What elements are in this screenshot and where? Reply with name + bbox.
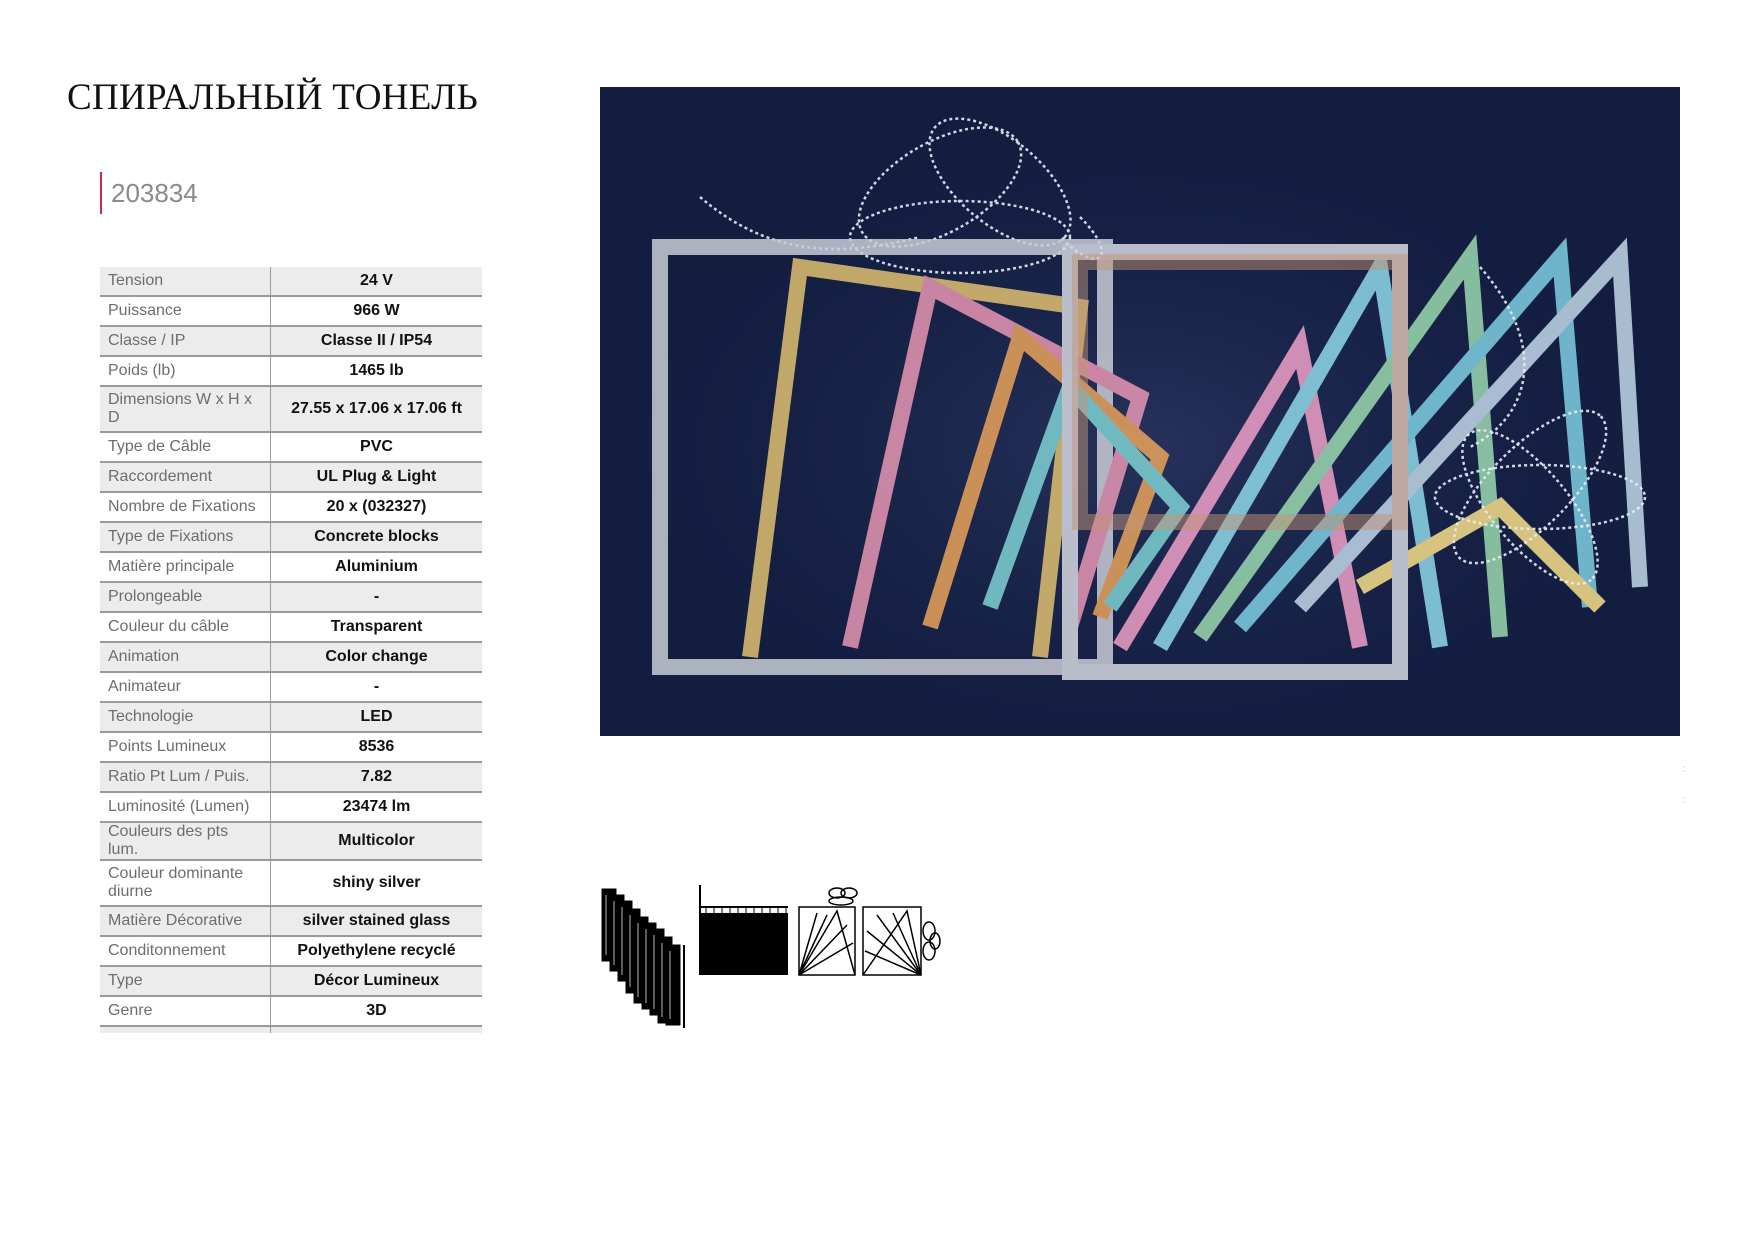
spec-label: Couleur dominante diurne	[100, 860, 271, 907]
spec-row: Ratio Pt Lum / Puis. 7.82	[100, 762, 482, 793]
spec-label: Animateur	[100, 672, 271, 703]
spec-row: Animation Color change	[100, 642, 482, 673]
spec-value: 966 W	[270, 296, 482, 327]
spec-row: Type de Fixations Concrete blocks	[100, 522, 482, 553]
spec-row: Dimensions W x H x D 27.55 x 17.06 x 17.0…	[100, 386, 482, 433]
product-reference: 203834	[111, 177, 198, 208]
spec-row: Genre 3D	[100, 996, 482, 1027]
spec-value: Color change	[270, 642, 482, 673]
spec-value: silver stained glass	[270, 906, 482, 937]
spec-row: Nombre de Fixations 20 x (032327)	[100, 492, 482, 523]
spec-row: Couleurs des pts lum. Multicolor	[100, 822, 482, 861]
spec-label: Couleurs des pts lum.	[100, 822, 271, 861]
spec-value: Concrete blocks	[270, 522, 482, 553]
spec-label: Type de Câble	[100, 432, 271, 463]
page-marks: ::	[1682, 763, 1686, 806]
spec-label: Matière principale	[100, 552, 271, 583]
spec-label: Prolongeable	[100, 582, 271, 613]
spec-label: Matière Décorative	[100, 906, 271, 937]
spec-label: Ratio Pt Lum / Puis.	[100, 762, 271, 793]
spec-label: Raccordement	[100, 462, 271, 493]
spec-row: Conditonnement Polyethylene recyclé	[100, 936, 482, 967]
spec-row: Prolongeable -	[100, 582, 482, 613]
spec-value: Décor Lumineux	[270, 966, 482, 997]
front-view-schematic	[699, 885, 788, 975]
spec-row: Couleur dominante diurne shiny silver	[100, 860, 482, 907]
spec-row: Classe / IP Classe II / IP54	[100, 326, 482, 357]
spec-label: Points Lumineux	[100, 732, 271, 763]
spec-row: Poids (lb) 1465 lb	[100, 356, 482, 387]
spec-row: Technologie LED	[100, 702, 482, 733]
spec-value: 24 V	[270, 267, 482, 297]
spec-value: Polyethylene recyclé	[270, 936, 482, 967]
spec-label: Poids (lb)	[100, 356, 271, 387]
spec-label: Dimensions W x H x D	[100, 386, 271, 433]
spec-row: Matière principale Aluminium	[100, 552, 482, 583]
spec-row: Type de Câble PVC	[100, 432, 482, 463]
spec-value: 1465 lb	[270, 356, 482, 387]
spec-value: 23474 lm	[270, 792, 482, 823]
spec-table: Tension 24 V Puissance 966 W Classe / IP Cl…	[100, 267, 482, 1033]
spec-label: Classe / IP	[100, 326, 271, 357]
spec-row: Luminosité (Lumen) 23474 lm	[100, 792, 482, 823]
spec-value: 7.82	[270, 762, 482, 793]
spec-row: Matière Décorative silver stained glass	[100, 906, 482, 937]
spec-label: Type de Fixations	[100, 522, 271, 553]
spec-label: Technologie	[100, 702, 271, 733]
spec-value: 20 x (032327)	[270, 492, 482, 523]
spec-value: Aluminium	[270, 552, 482, 583]
spec-value: 8536	[270, 732, 482, 763]
spec-label: Luminosité (Lumen)	[100, 792, 271, 823]
product-photo	[600, 87, 1680, 736]
spec-label: Genre	[100, 996, 271, 1027]
spec-value: Transparent	[270, 612, 482, 643]
spec-row: Points Lumineux 8536	[100, 732, 482, 763]
spec-value: PVC	[270, 432, 482, 463]
spec-value: Multicolor	[270, 822, 482, 861]
spec-label: Animation	[100, 642, 271, 673]
spec-value: 3D	[270, 996, 482, 1027]
reference-block: 203834	[100, 172, 198, 214]
spec-label: Puissance	[100, 296, 271, 327]
spec-row: Couleur du câble Transparent	[100, 612, 482, 643]
illuminated-spiral-gift-tunnel-photo	[600, 87, 1680, 736]
table-footer	[100, 1026, 482, 1033]
spec-value: -	[270, 672, 482, 703]
side-view-schematic	[601, 888, 685, 1028]
spec-value: Classe II / IP54	[270, 326, 482, 357]
spec-row: Puissance 966 W	[100, 296, 482, 327]
spec-label: Conditonnement	[100, 936, 271, 967]
spec-value: -	[270, 582, 482, 613]
accent-bar	[100, 172, 102, 214]
spec-value: LED	[270, 702, 482, 733]
spec-label: Type	[100, 966, 271, 997]
spec-row: Type Décor Lumineux	[100, 966, 482, 997]
spec-label: Tension	[100, 267, 271, 297]
product-title: СПИРАЛЬНЫЙ ТОНЕЛЬ	[67, 77, 479, 118]
spec-label: Couleur du câble	[100, 612, 271, 643]
spec-label: Nombre de Fixations	[100, 492, 271, 523]
spec-row: Animateur -	[100, 672, 482, 703]
perspective-view-schematic	[798, 887, 941, 976]
spec-value: 27.55 x 17.06 x 17.06 ft	[270, 386, 482, 433]
spec-row: Raccordement UL Plug & Light	[100, 462, 482, 493]
spec-row: Tension 24 V	[100, 267, 482, 297]
spec-value: UL Plug & Light	[270, 462, 482, 493]
spec-value: shiny silver	[270, 860, 482, 907]
